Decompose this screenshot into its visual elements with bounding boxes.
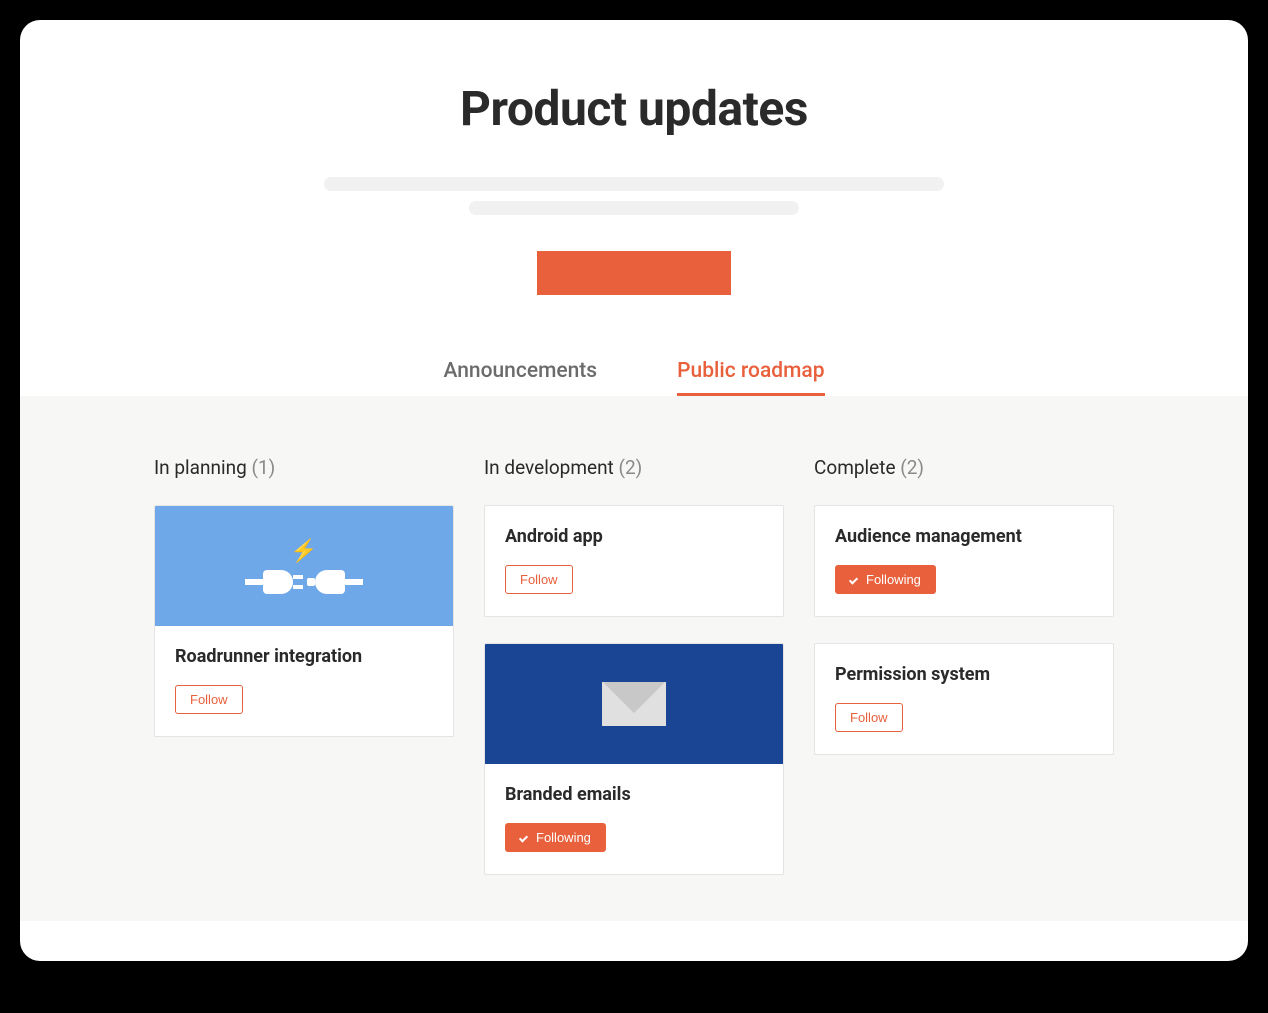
column-header: In planning (1) <box>154 456 454 479</box>
page-title: Product updates <box>100 80 1168 137</box>
tabs: Announcements Public roadmap <box>100 359 1168 396</box>
card-title: Audience management <box>835 526 1093 547</box>
check-icon <box>520 833 530 843</box>
follow-label: Follow <box>190 692 228 707</box>
columns: In planning (1) ⚡ <box>140 456 1128 901</box>
column-title: Complete <box>814 456 896 479</box>
subtitle-placeholder <box>100 177 1168 215</box>
following-label: Following <box>866 572 921 587</box>
follow-label: Follow <box>850 710 888 725</box>
card-title: Branded emails <box>505 784 763 805</box>
roadmap-card[interactable]: Audience management Following <box>814 505 1114 617</box>
bolt-icon: ⚡ <box>290 539 317 564</box>
column-in-development: In development (2) Android app Follow <box>484 456 784 901</box>
roadmap-card[interactable]: ⚡ Roadrunner integration Fol <box>154 505 454 737</box>
following-label: Following <box>536 830 591 845</box>
header: Product updates Announcements Public roa… <box>20 20 1248 396</box>
cta-button[interactable] <box>537 251 731 295</box>
plug-icon: ⚡ <box>245 539 363 594</box>
card-image <box>485 644 783 764</box>
card-title: Roadrunner integration <box>175 646 433 667</box>
follow-button[interactable]: Follow <box>835 703 903 732</box>
follow-button[interactable]: Follow <box>505 565 573 594</box>
roadmap-board: In planning (1) ⚡ <box>20 396 1248 921</box>
column-header: In development (2) <box>484 456 784 479</box>
card-title: Permission system <box>835 664 1093 685</box>
tab-announcements[interactable]: Announcements <box>443 359 597 396</box>
column-in-planning: In planning (1) ⚡ <box>154 456 454 901</box>
following-button[interactable]: Following <box>835 565 936 594</box>
column-count: (2) <box>619 456 643 479</box>
follow-button[interactable]: Follow <box>175 685 243 714</box>
column-header: Complete (2) <box>814 456 1114 479</box>
app-frame: Product updates Announcements Public roa… <box>20 20 1248 961</box>
column-title: In development <box>484 456 614 479</box>
follow-label: Follow <box>520 572 558 587</box>
column-title: In planning <box>154 456 247 479</box>
roadmap-card[interactable]: Permission system Follow <box>814 643 1114 755</box>
check-icon <box>850 575 860 585</box>
envelope-icon <box>602 682 666 726</box>
roadmap-card[interactable]: Android app Follow <box>484 505 784 617</box>
skeleton-line <box>324 177 944 191</box>
tab-public-roadmap[interactable]: Public roadmap <box>677 359 824 396</box>
card-image: ⚡ <box>155 506 453 626</box>
following-button[interactable]: Following <box>505 823 606 852</box>
column-count: (2) <box>900 456 924 479</box>
card-title: Android app <box>505 526 763 547</box>
roadmap-card[interactable]: Branded emails Following <box>484 643 784 875</box>
column-complete: Complete (2) Audience management Followi… <box>814 456 1114 901</box>
column-count: (1) <box>251 456 275 479</box>
skeleton-line <box>469 201 799 215</box>
